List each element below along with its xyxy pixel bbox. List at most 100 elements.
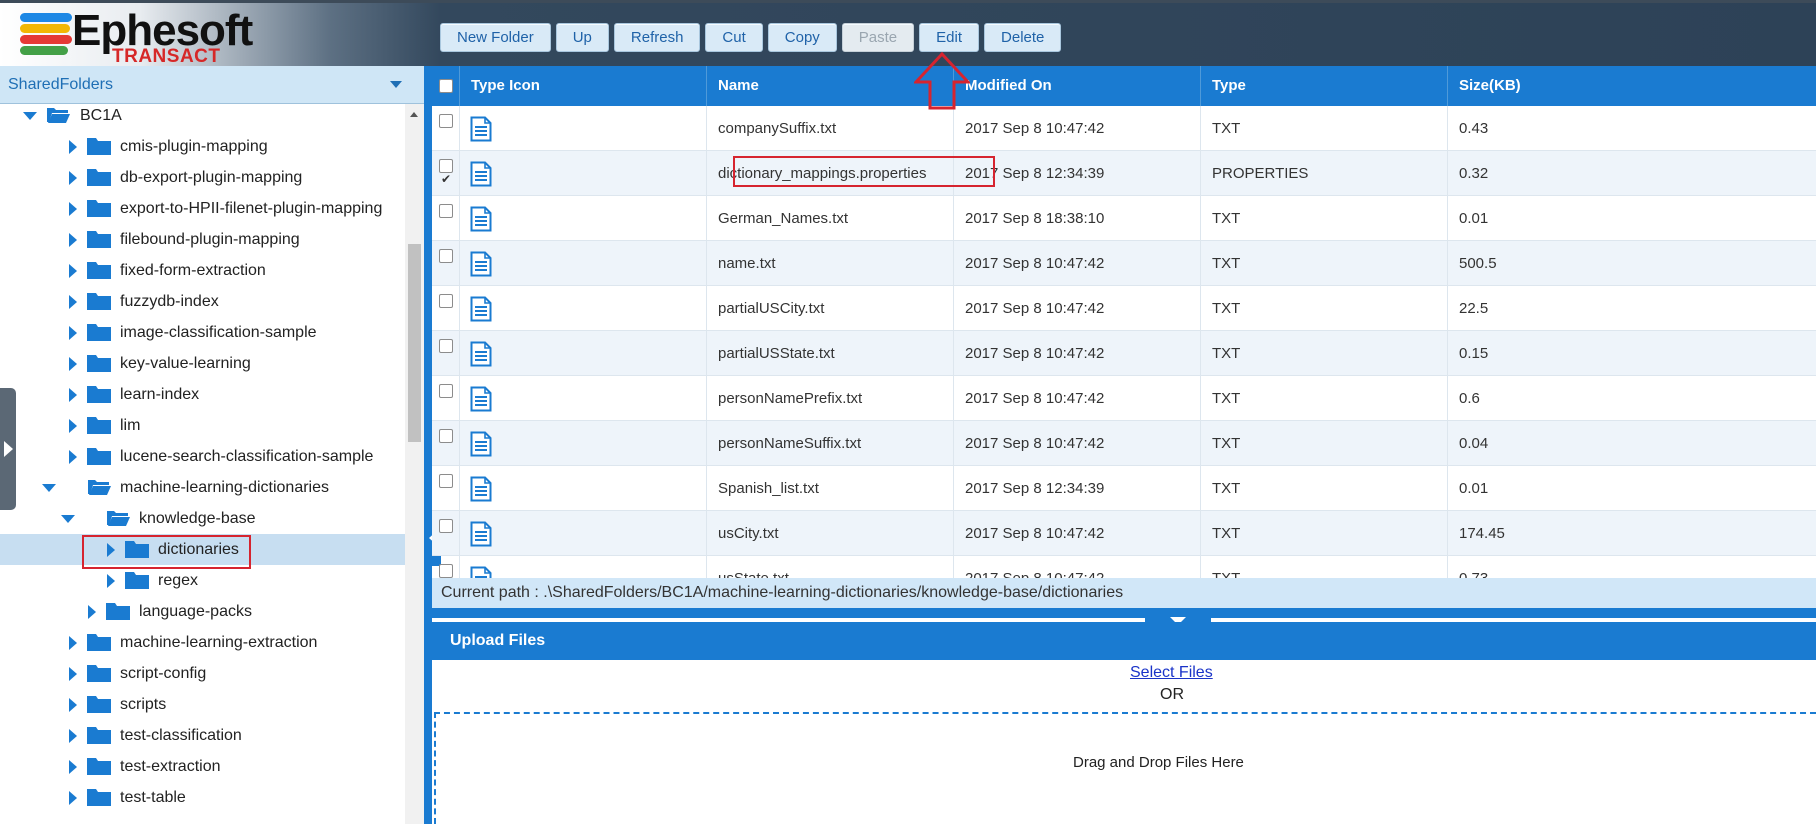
- expand-closed-icon[interactable]: [69, 698, 77, 712]
- file-text-icon: [470, 250, 492, 277]
- row-checkbox[interactable]: [439, 157, 453, 196]
- delete-button[interactable]: Delete: [984, 23, 1062, 52]
- expand-open-icon[interactable]: [23, 112, 37, 120]
- tree-node[interactable]: db-export-plugin-mapping: [0, 162, 405, 193]
- tree-node[interactable]: test-table: [0, 782, 405, 813]
- expand-closed-icon[interactable]: [69, 202, 77, 216]
- edit-button[interactable]: Edit: [919, 23, 980, 52]
- table-row[interactable]: partialUSCity.txt 2017 Sep 8 10:47:42 TXT 2…: [432, 286, 1816, 331]
- expand-closed-icon[interactable]: [69, 357, 77, 371]
- row-checkbox[interactable]: [439, 429, 453, 443]
- folder-icon: [87, 261, 111, 279]
- row-checkbox[interactable]: [439, 249, 453, 263]
- tree-node-label: language-packs: [139, 603, 252, 620]
- row-checkbox[interactable]: [439, 519, 453, 533]
- tree-node[interactable]: regex: [0, 565, 405, 596]
- row-checkbox-cell: [432, 511, 460, 556]
- expand-closed-icon[interactable]: [69, 326, 77, 340]
- new-folder-button[interactable]: New Folder: [440, 23, 551, 52]
- row-checkbox[interactable]: [439, 204, 453, 218]
- expand-closed-icon[interactable]: [69, 388, 77, 402]
- root-folder-select[interactable]: SharedFolders: [0, 66, 424, 104]
- header-checkbox-cell: [432, 66, 460, 106]
- expand-closed-icon[interactable]: [69, 760, 77, 774]
- table-row[interactable]: personNamePrefix.txt 2017 Sep 8 10:47:42 T…: [432, 376, 1816, 421]
- tree-node[interactable]: test-classification: [0, 720, 405, 751]
- expand-open-icon[interactable]: [61, 515, 75, 523]
- table-row[interactable]: Spanish_list.txt 2017 Sep 8 12:34:39 TXT 0.…: [432, 466, 1816, 511]
- file-text-icon: [470, 430, 492, 457]
- tree-node[interactable]: knowledge-base: [0, 503, 405, 534]
- table-row[interactable]: companySuffix.txt 2017 Sep 8 10:47:42 TXT 0…: [432, 106, 1816, 151]
- tree-node[interactable]: lucene-search-classification-sample: [0, 441, 405, 472]
- tree-node[interactable]: script-config: [0, 658, 405, 689]
- tree-node[interactable]: export-to-HPII-filenet-plugin-mapping: [0, 193, 405, 224]
- row-checkbox[interactable]: [439, 474, 453, 488]
- upload-divider: [432, 608, 1816, 618]
- column-header-type[interactable]: Type: [1201, 66, 1448, 106]
- row-checkbox[interactable]: [439, 339, 453, 353]
- tree-node[interactable]: lim: [0, 410, 405, 441]
- expand-closed-icon[interactable]: [69, 636, 77, 650]
- tree-node-label: test-extraction: [120, 758, 221, 775]
- tree-node-label: fuzzydb-index: [120, 293, 219, 310]
- tree-node[interactable]: test-extraction: [0, 751, 405, 782]
- tree-node[interactable]: BC1A: [0, 104, 405, 131]
- table-row[interactable]: German_Names.txt 2017 Sep 8 18:38:10 TXT 0.…: [432, 196, 1816, 241]
- table-row[interactable]: usCity.txt 2017 Sep 8 10:47:42 TXT 174.45: [432, 511, 1816, 556]
- select-files-link[interactable]: Select Files: [1130, 664, 1213, 682]
- tree-node[interactable]: machine-learning-extraction: [0, 627, 405, 658]
- paste-button[interactable]: Paste: [841, 23, 915, 52]
- column-header-type-icon[interactable]: Type Icon: [460, 66, 707, 106]
- table-row[interactable]: usState.txt2017 Sep 8 10:47:42TXT0.73: [432, 556, 1816, 578]
- table-row[interactable]: personNameSuffix.txt 2017 Sep 8 10:47:42 T…: [432, 421, 1816, 466]
- expand-side-panel-tab[interactable]: [0, 388, 16, 510]
- row-checkbox[interactable]: [439, 114, 453, 128]
- tree-node[interactable]: scripts: [0, 689, 405, 720]
- scroll-up-icon[interactable]: [410, 112, 418, 117]
- tree-scrollbar[interactable]: [405, 104, 424, 824]
- cell-modified: 2017 Sep 8 10:47:42: [954, 376, 1201, 421]
- column-header-size[interactable]: Size(KB): [1448, 66, 1816, 106]
- tree-node[interactable]: image-classification-sample: [0, 317, 405, 348]
- table-row[interactable]: dictionary_mappings.properties2017 Sep 8…: [432, 151, 1816, 196]
- expand-closed-icon[interactable]: [69, 295, 77, 309]
- expand-closed-icon[interactable]: [69, 791, 77, 805]
- expand-closed-icon[interactable]: [69, 419, 77, 433]
- copy-button[interactable]: Copy: [767, 23, 837, 52]
- row-checkbox[interactable]: [439, 384, 453, 398]
- tree-node[interactable]: fuzzydb-index: [0, 286, 405, 317]
- scrollbar-thumb[interactable]: [408, 244, 421, 442]
- expand-closed-icon[interactable]: [69, 450, 77, 464]
- expand-closed-icon[interactable]: [69, 171, 77, 185]
- chevron-down-icon[interactable]: [390, 81, 402, 88]
- column-header-modified[interactable]: Modified On: [954, 66, 1201, 106]
- panel-splitter[interactable]: [424, 66, 432, 824]
- cell-name: partialUSCity.txt: [707, 286, 954, 331]
- select-all-checkbox[interactable]: [439, 79, 453, 93]
- table-row[interactable]: partialUSState.txt 2017 Sep 8 10:47:42 TXT…: [432, 331, 1816, 376]
- expand-closed-icon[interactable]: [69, 667, 77, 681]
- expand-closed-icon[interactable]: [69, 140, 77, 154]
- row-checkbox[interactable]: [439, 564, 453, 578]
- expand-closed-icon[interactable]: [69, 233, 77, 247]
- tree-node[interactable]: cmis-plugin-mapping: [0, 131, 405, 162]
- cell-type: TXT: [1201, 421, 1448, 466]
- tree-node[interactable]: machine-learning-dictionaries: [0, 472, 405, 503]
- tree-node-label: knowledge-base: [139, 510, 256, 527]
- table-row[interactable]: name.txt 2017 Sep 8 10:47:42 TXT 500.5: [432, 241, 1816, 286]
- expand-closed-icon[interactable]: [88, 605, 96, 619]
- row-checkbox[interactable]: [439, 294, 453, 308]
- expand-closed-icon[interactable]: [69, 729, 77, 743]
- expand-closed-icon[interactable]: [107, 574, 115, 588]
- tree-node[interactable]: key-value-learning: [0, 348, 405, 379]
- tree-node[interactable]: filebound-plugin-mapping: [0, 224, 405, 255]
- tree-node[interactable]: fixed-form-extraction: [0, 255, 405, 286]
- cut-button[interactable]: Cut: [705, 23, 763, 52]
- expand-closed-icon[interactable]: [69, 264, 77, 278]
- expand-open-icon[interactable]: [42, 484, 56, 492]
- tree-node[interactable]: learn-index: [0, 379, 405, 410]
- up-button[interactable]: Up: [555, 23, 609, 52]
- refresh-button[interactable]: Refresh: [613, 23, 701, 52]
- tree-node[interactable]: language-packs: [0, 596, 405, 627]
